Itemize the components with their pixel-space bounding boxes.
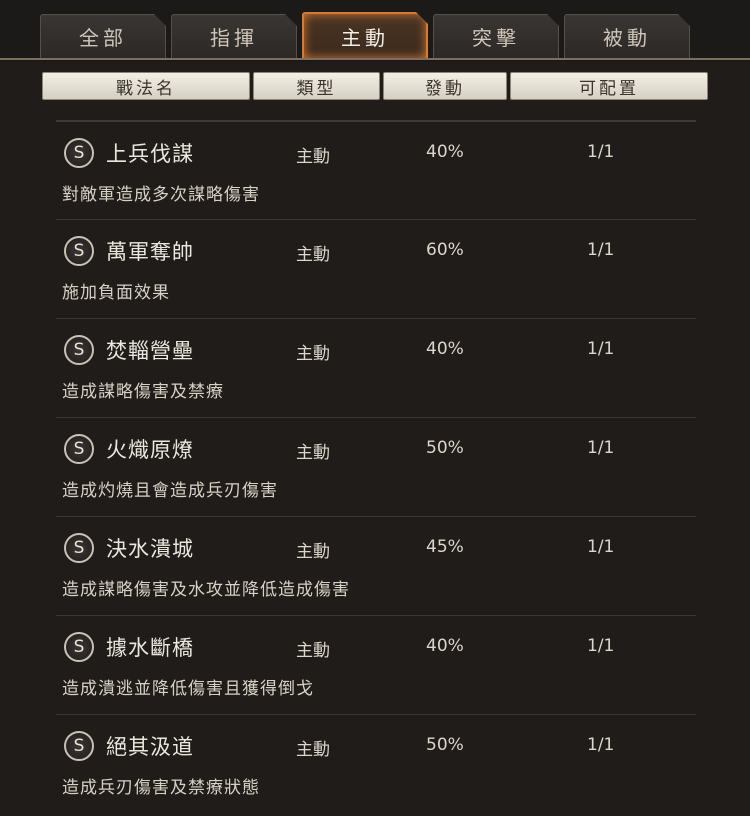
tactic-row[interactable]: S 絕其汲道 主動 50% 1/1 造成兵刃傷害及禁療狀態 xyxy=(56,714,696,813)
tactic-description: 造成謀略傷害及禁療 xyxy=(62,382,224,402)
tab-bar: 全部 指揮 主動 突擊 被動 xyxy=(0,0,750,62)
tactic-description: 造成灼燒且會造成兵刃傷害 xyxy=(62,481,278,501)
header-label: 發動 xyxy=(425,78,465,99)
header-name-sort-button[interactable]: 戰法名 xyxy=(42,72,250,100)
tactic-row[interactable]: S 萬軍奪帥 主動 60% 1/1 施加負面效果 xyxy=(56,219,696,318)
tactic-row[interactable]: S 上兵伐謀 主動 40% 1/1 對敵軍造成多次謀略傷害 xyxy=(56,120,696,219)
header-type-sort-button[interactable]: 類型 xyxy=(253,72,380,100)
header-label: 類型 xyxy=(296,78,337,99)
s-rank-badge-icon: S xyxy=(64,434,94,464)
tab-divider xyxy=(0,58,750,60)
tactic-type: 主動 xyxy=(296,443,330,463)
tactic-description: 造成潰逃並降低傷害且獲得倒戈 xyxy=(62,679,314,699)
tactic-type: 主動 xyxy=(296,245,330,265)
tactic-config: 1/1 xyxy=(587,438,615,458)
tab-all[interactable]: 全部 xyxy=(40,14,166,58)
tactic-name: 絕其汲道 xyxy=(106,735,194,759)
tab-label: 主動 xyxy=(341,25,389,50)
tab-command[interactable]: 指揮 xyxy=(171,14,297,58)
header-label: 可配置 xyxy=(579,78,639,99)
tactic-description: 施加負面效果 xyxy=(62,283,170,303)
s-rank-badge-icon: S xyxy=(64,731,94,761)
tactic-description: 造成謀略傷害及水攻並降低造成傷害 xyxy=(62,580,350,600)
tactic-description: 造成兵刃傷害及禁療狀態 xyxy=(62,778,260,798)
tactic-row[interactable]: S 火熾原燎 主動 50% 1/1 造成灼燒且會造成兵刃傷害 xyxy=(56,417,696,516)
tab-label: 指揮 xyxy=(210,26,258,50)
tab-assault[interactable]: 突擊 xyxy=(433,14,559,58)
tactic-rate: 40% xyxy=(426,636,464,656)
tactic-config: 1/1 xyxy=(587,142,615,162)
tab-label: 被動 xyxy=(603,26,651,50)
tactic-rate: 45% xyxy=(426,537,464,557)
tab-label: 突擊 xyxy=(472,26,520,50)
tactic-row[interactable]: S 決水潰城 主動 45% 1/1 造成謀略傷害及水攻並降低造成傷害 xyxy=(56,516,696,615)
s-rank-badge-icon: S xyxy=(64,138,94,168)
tactic-rate: 60% xyxy=(426,240,464,260)
s-rank-badge-icon: S xyxy=(64,335,94,365)
tactic-description: 對敵軍造成多次謀略傷害 xyxy=(62,185,260,205)
tactic-list: S 上兵伐謀 主動 40% 1/1 對敵軍造成多次謀略傷害 S 萬軍奪帥 主動 … xyxy=(56,120,696,813)
s-rank-badge-icon: S xyxy=(64,632,94,662)
tactic-type: 主動 xyxy=(296,147,330,167)
tactic-type: 主動 xyxy=(296,542,330,562)
tactic-config: 1/1 xyxy=(587,537,615,557)
tactic-rate: 50% xyxy=(426,438,464,458)
tactic-rate: 40% xyxy=(426,339,464,359)
tactic-rate: 50% xyxy=(426,735,464,755)
tactic-name: 上兵伐謀 xyxy=(106,142,194,166)
tactic-name: 火熾原燎 xyxy=(106,438,194,462)
tactic-config: 1/1 xyxy=(587,339,615,359)
tactic-row[interactable]: S 焚輜營壘 主動 40% 1/1 造成謀略傷害及禁療 xyxy=(56,318,696,417)
header-rate-sort-button[interactable]: 發動 xyxy=(383,72,507,100)
header-label: 戰法名 xyxy=(116,78,176,99)
tab-active[interactable]: 主動 xyxy=(302,12,428,58)
tab-label: 全部 xyxy=(79,26,127,50)
tactic-config: 1/1 xyxy=(587,240,615,260)
tactic-name: 焚輜營壘 xyxy=(106,339,194,363)
header-config-sort-button[interactable]: 可配置 xyxy=(510,72,708,100)
tactic-name: 決水潰城 xyxy=(106,537,194,561)
tactic-config: 1/1 xyxy=(587,636,615,656)
s-rank-badge-icon: S xyxy=(64,236,94,266)
tactic-type: 主動 xyxy=(296,740,330,760)
tab-passive[interactable]: 被動 xyxy=(564,14,690,58)
tactic-type: 主動 xyxy=(296,344,330,364)
tactic-name: 萬軍奪帥 xyxy=(106,240,194,264)
tactic-type: 主動 xyxy=(296,641,330,661)
tactic-rate: 40% xyxy=(426,142,464,162)
tactic-config: 1/1 xyxy=(587,735,615,755)
s-rank-badge-icon: S xyxy=(64,533,94,563)
tactic-name: 據水斷橋 xyxy=(106,636,194,660)
tactic-row[interactable]: S 據水斷橋 主動 40% 1/1 造成潰逃並降低傷害且獲得倒戈 xyxy=(56,615,696,714)
